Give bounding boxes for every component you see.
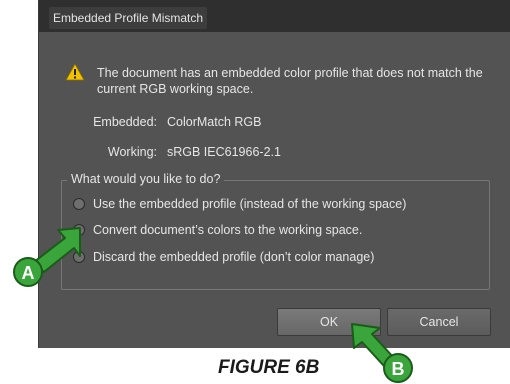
dialog-title: Embedded Profile Mismatch	[49, 7, 208, 29]
embedded-label: Embedded:	[93, 115, 157, 129]
working-value: sRGB IEC61966-2.1	[167, 145, 281, 159]
working-label: Working:	[107, 145, 157, 159]
radio-use-embedded[interactable]	[73, 198, 85, 210]
marker-b-label: B	[392, 359, 405, 379]
option-convert[interactable]: Convert document’s colors to the working…	[73, 221, 362, 239]
option-convert-label: Convert document’s colors to the working…	[93, 223, 363, 237]
options-group-label: What would you like to do?	[67, 172, 225, 186]
option-use-embedded[interactable]: Use the embedded profile (instead of the…	[73, 195, 406, 213]
option-discard[interactable]: Discard the embedded profile (don’t colo…	[73, 248, 374, 266]
option-use-embedded-label: Use the embedded profile (instead of the…	[93, 197, 407, 211]
figure-caption: FIGURE 6B	[218, 357, 320, 378]
marker-a-label: A	[22, 263, 35, 283]
embedded-value: ColorMatch RGB	[167, 115, 262, 129]
profile-mismatch-dialog: Embedded Profile Mismatch The document h…	[38, 0, 510, 348]
annotation-arrow-a: A	[13, 227, 81, 287]
warning-icon	[65, 63, 85, 81]
annotation-arrow-b: B	[351, 323, 413, 383]
title-bar[interactable]: Embedded Profile Mismatch	[39, 0, 510, 32]
option-discard-label: Discard the embedded profile (don’t colo…	[93, 250, 375, 264]
mismatch-message: The document has an embedded color profi…	[97, 66, 483, 96]
